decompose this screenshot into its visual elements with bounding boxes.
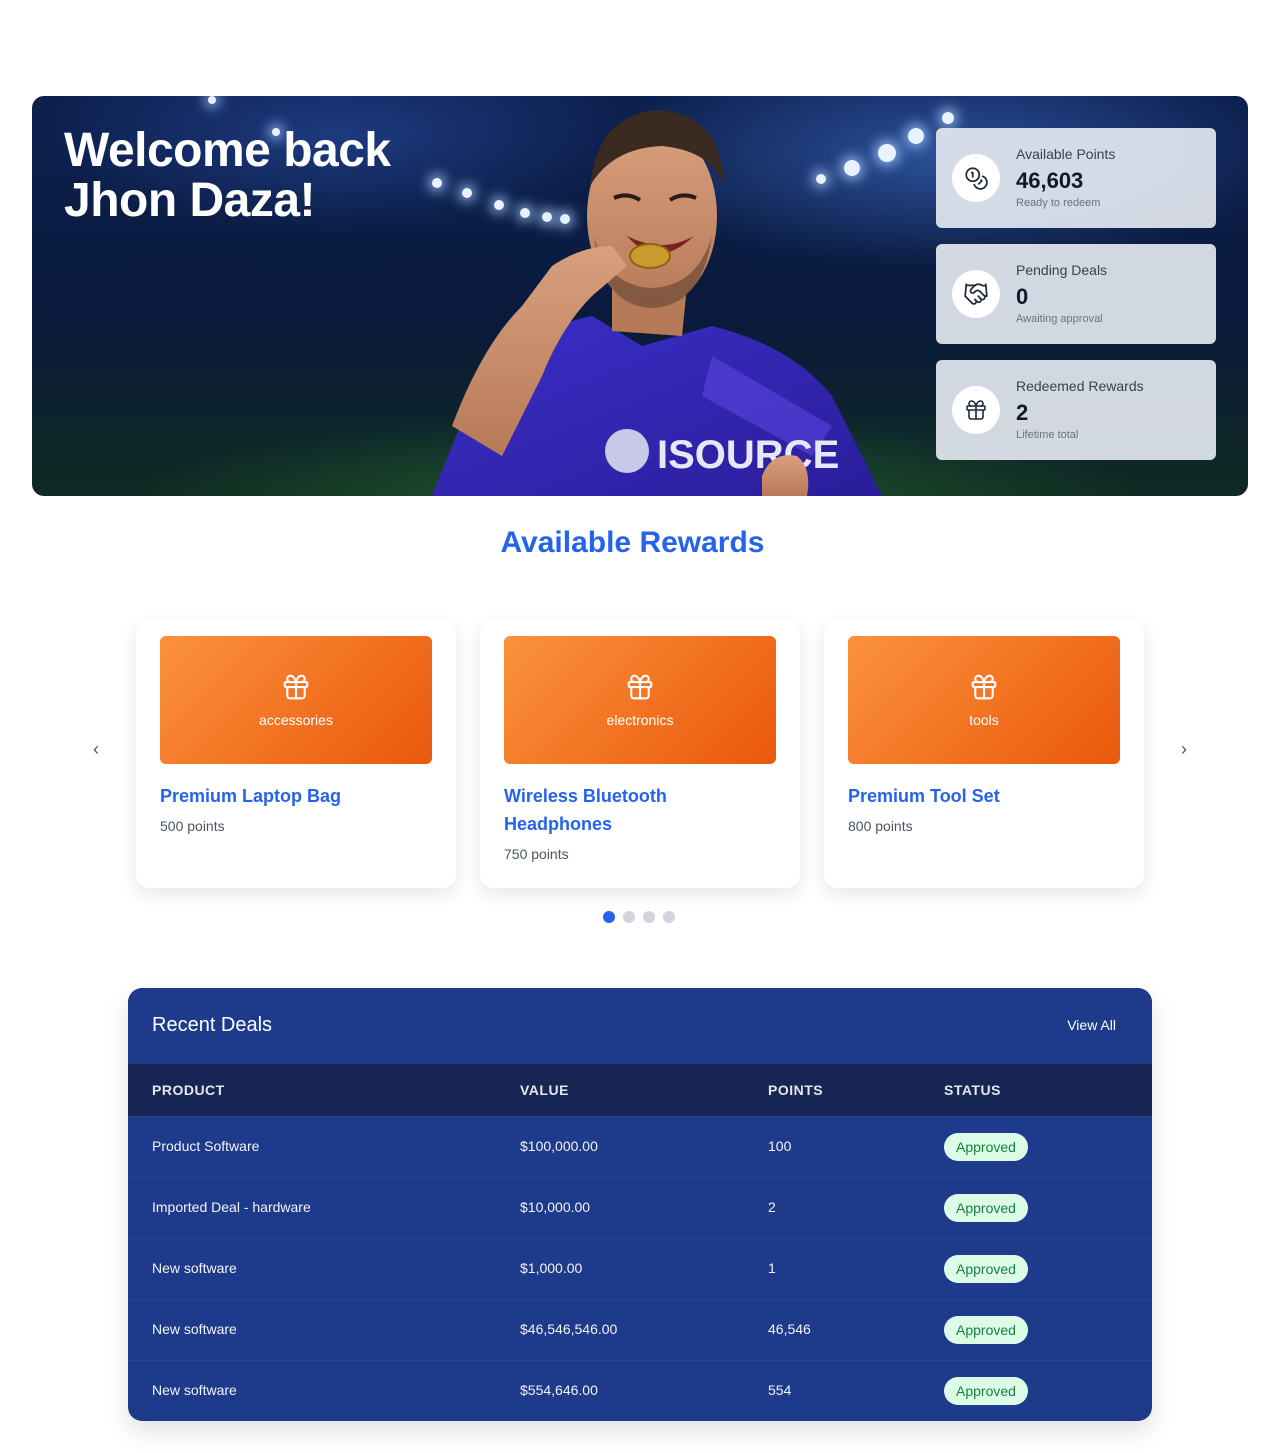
stat-subtext: Awaiting approval bbox=[1016, 313, 1103, 325]
jersey-text: ISOURCE bbox=[657, 433, 839, 477]
table-row[interactable]: Product Software $100,000.00 100 Approve… bbox=[128, 1116, 1152, 1177]
status-badge: Approved bbox=[944, 1316, 1028, 1344]
stat-label: Available Points bbox=[1016, 146, 1116, 162]
reward-card[interactable]: accessories Premium Laptop Bag 500 point… bbox=[136, 620, 456, 888]
reward-banner: electronics bbox=[504, 636, 776, 764]
column-header-product: PRODUCT bbox=[152, 1082, 225, 1098]
reward-category: electronics bbox=[606, 712, 674, 728]
stat-pending-deals: Pending Deals 0 Awaiting approval bbox=[936, 244, 1216, 344]
cell-points: 1 bbox=[768, 1260, 776, 1276]
stat-value: 2 bbox=[1016, 400, 1029, 425]
column-header-points: POINTS bbox=[768, 1082, 824, 1098]
stat-label: Pending Deals bbox=[1016, 262, 1108, 278]
gift-icon bbox=[627, 674, 653, 700]
cell-product: New software bbox=[152, 1321, 237, 1337]
reward-name[interactable]: Premium Laptop Bag bbox=[160, 782, 432, 810]
player-illustration: ISOURCE bbox=[432, 110, 882, 496]
hero-banner: Welcome back Jhon Daza! ISOURCE Availabl… bbox=[32, 96, 1248, 496]
status-badge: Approved bbox=[944, 1194, 1028, 1222]
stat-subtext: Ready to redeem bbox=[1016, 197, 1101, 209]
gift-icon bbox=[952, 386, 1000, 434]
cell-value: $10,000.00 bbox=[520, 1199, 591, 1215]
reward-points: 800 points bbox=[848, 818, 913, 834]
table-row[interactable]: New software $46,546,546.00 46,546 Appro… bbox=[128, 1299, 1152, 1360]
cell-points: 46,546 bbox=[768, 1321, 811, 1337]
stat-value: 0 bbox=[1016, 284, 1029, 309]
status-badge: Approved bbox=[944, 1255, 1028, 1283]
carousel-dot-3[interactable] bbox=[643, 911, 655, 923]
reward-name[interactable]: Wireless Bluetooth Headphones bbox=[504, 782, 704, 838]
reward-category: accessories bbox=[259, 712, 333, 728]
cell-product: New software bbox=[152, 1260, 237, 1276]
table-header: PRODUCT VALUE POINTS STATUS bbox=[128, 1064, 1152, 1117]
stat-available-points: Available Points 46,603 Ready to redeem bbox=[936, 128, 1216, 228]
table-row[interactable]: New software $1,000.00 1 Approved bbox=[128, 1238, 1152, 1299]
cell-product: New software bbox=[152, 1382, 237, 1398]
cell-points: 2 bbox=[768, 1199, 776, 1215]
reward-points: 500 points bbox=[160, 818, 225, 834]
coins-icon bbox=[952, 154, 1000, 202]
gift-icon bbox=[971, 674, 997, 700]
reward-points: 750 points bbox=[504, 846, 569, 862]
carousel-dot-2[interactable] bbox=[623, 911, 635, 923]
stat-subtext: Lifetime total bbox=[1016, 429, 1079, 441]
reward-banner: tools bbox=[848, 636, 1120, 764]
table-row[interactable]: Imported Deal - hardware $10,000.00 2 Ap… bbox=[128, 1177, 1152, 1238]
rewards-title: Available Rewards bbox=[500, 526, 765, 559]
cell-value: $554,646.00 bbox=[520, 1382, 598, 1398]
cell-points: 100 bbox=[768, 1138, 792, 1154]
carousel-prev-button[interactable]: ‹ bbox=[84, 737, 108, 761]
reward-card[interactable]: electronics Wireless Bluetooth Headphone… bbox=[480, 620, 800, 888]
cell-value: $1,000.00 bbox=[520, 1260, 583, 1276]
cell-product: Product Software bbox=[152, 1138, 260, 1154]
chevron-left-icon: ‹ bbox=[93, 738, 99, 759]
carousel-dot-1[interactable] bbox=[603, 911, 615, 923]
reward-name[interactable]: Premium Tool Set bbox=[848, 782, 1120, 810]
chevron-right-icon: › bbox=[1181, 738, 1187, 759]
carousel-pagination bbox=[603, 911, 675, 923]
carousel-dot-4[interactable] bbox=[663, 911, 675, 923]
handshake-icon bbox=[952, 270, 1000, 318]
recent-deals-panel: Recent Deals View All PRODUCT VALUE POIN… bbox=[128, 988, 1152, 1421]
cell-value: $100,000.00 bbox=[520, 1138, 598, 1154]
reward-category: tools bbox=[969, 712, 999, 728]
column-header-value: VALUE bbox=[520, 1082, 569, 1098]
reward-card[interactable]: tools Premium Tool Set 800 points bbox=[824, 620, 1144, 888]
stat-value: 46,603 bbox=[1016, 168, 1084, 193]
cell-value: $46,546,546.00 bbox=[520, 1321, 618, 1337]
view-all-link[interactable]: View All bbox=[1067, 1017, 1116, 1033]
column-header-status: STATUS bbox=[944, 1082, 1001, 1098]
gift-icon bbox=[283, 674, 309, 700]
table-row[interactable]: New software $554,646.00 554 Approved bbox=[128, 1360, 1152, 1421]
reward-banner: accessories bbox=[160, 636, 432, 764]
stat-redeemed-rewards: Redeemed Rewards 2 Lifetime total bbox=[936, 360, 1216, 460]
deals-title: Recent Deals bbox=[152, 1014, 273, 1036]
status-badge: Approved bbox=[944, 1377, 1028, 1405]
cell-product: Imported Deal - hardware bbox=[152, 1199, 311, 1215]
carousel-next-button[interactable]: › bbox=[1172, 737, 1196, 761]
cell-points: 554 bbox=[768, 1382, 792, 1398]
status-badge: Approved bbox=[944, 1133, 1028, 1161]
stat-label: Redeemed Rewards bbox=[1016, 378, 1144, 394]
